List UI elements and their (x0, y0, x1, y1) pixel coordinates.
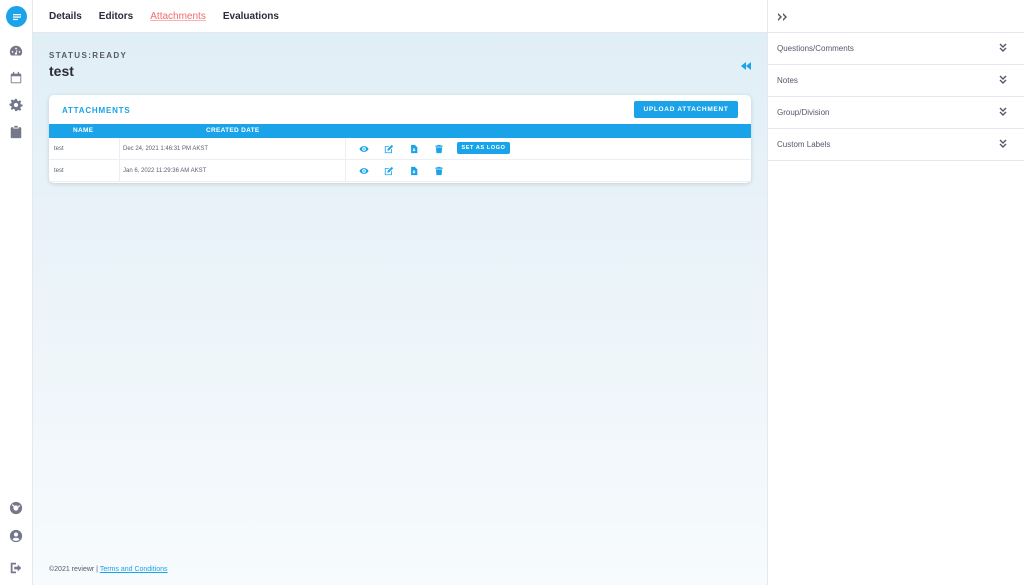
column-header-created-date[interactable]: CREATED DATE (206, 127, 260, 134)
attachments-heading: ATTACHMENTS (62, 106, 131, 115)
tab-attachments[interactable]: Attachments (150, 11, 206, 22)
logout-icon[interactable] (8, 560, 24, 576)
attachment-name: test (54, 160, 120, 181)
reviewr-logo-icon[interactable] (6, 6, 27, 27)
attachment-name: test (54, 138, 120, 159)
section-notes[interactable]: Notes (768, 65, 1024, 97)
help-icon[interactable] (8, 500, 24, 516)
main-content: STATUS:READY test ATTACHMENTS UPLOAD ATT… (33, 33, 767, 585)
status-label: STATUS:READY (49, 51, 128, 60)
chevron-down-icon (999, 139, 1007, 148)
set-as-logo-button[interactable]: SET AS LOGO (457, 142, 510, 154)
left-rail (0, 0, 33, 585)
column-header-name[interactable]: NAME (73, 127, 93, 134)
edit-icon[interactable] (383, 165, 394, 176)
trash-icon[interactable] (433, 143, 444, 154)
trash-icon[interactable] (433, 165, 444, 176)
file-download-icon[interactable] (408, 143, 419, 154)
page-title: test (49, 63, 74, 79)
section-label: Notes (777, 76, 798, 85)
section-label: Group/Division (777, 108, 830, 117)
tab-details[interactable]: Details (49, 11, 82, 22)
user-icon[interactable] (8, 528, 24, 544)
clipboard-icon[interactable] (8, 124, 24, 140)
attachments-card: ATTACHMENTS UPLOAD ATTACHMENT NAME CREAT… (49, 95, 751, 183)
tab-editors[interactable]: Editors (99, 11, 133, 22)
section-label: Questions/Comments (777, 44, 854, 53)
file-download-icon[interactable] (408, 165, 419, 176)
column-divider (345, 160, 346, 181)
chevron-down-icon (999, 107, 1007, 116)
top-nav: Details Editors Attachments Evaluations (33, 0, 767, 33)
table-row: test Jan 6, 2022 11:29:36 AM AKST (49, 160, 751, 182)
footer: ©2021 reviewr | Terms and Conditions (49, 566, 168, 573)
section-custom-labels[interactable]: Custom Labels (768, 129, 1024, 161)
edit-icon[interactable] (383, 143, 394, 154)
calendar-icon[interactable] (8, 70, 24, 86)
table-row: test Dec 24, 2021 1:46:31 PM AKST SET AS… (49, 138, 751, 160)
double-chevron-left-icon[interactable] (740, 58, 752, 70)
gear-icon[interactable] (8, 97, 24, 113)
upload-attachment-button[interactable]: UPLOAD ATTACHMENT (634, 101, 738, 118)
copyright-text: ©2021 reviewr | (49, 566, 98, 573)
tab-evaluations[interactable]: Evaluations (223, 11, 279, 22)
right-panel: Questions/Comments Notes Group/Division … (767, 0, 1024, 585)
column-divider (345, 138, 346, 159)
chevron-down-icon (999, 43, 1007, 52)
chevron-down-icon (999, 75, 1007, 84)
terms-link[interactable]: Terms and Conditions (100, 566, 168, 573)
section-questions-comments[interactable]: Questions/Comments (768, 33, 1024, 65)
attachment-created-date: Jan 6, 2022 11:29:36 AM AKST (123, 167, 207, 174)
eye-icon[interactable] (358, 165, 369, 176)
table-header: NAME CREATED DATE (49, 124, 751, 138)
attachment-created-date: Dec 24, 2021 1:46:31 PM AKST (123, 145, 209, 152)
dashboard-icon[interactable] (8, 43, 24, 59)
eye-icon[interactable] (358, 143, 369, 154)
section-label: Custom Labels (777, 140, 831, 149)
double-chevron-right-icon[interactable] (777, 10, 789, 22)
section-group-division[interactable]: Group/Division (768, 97, 1024, 129)
